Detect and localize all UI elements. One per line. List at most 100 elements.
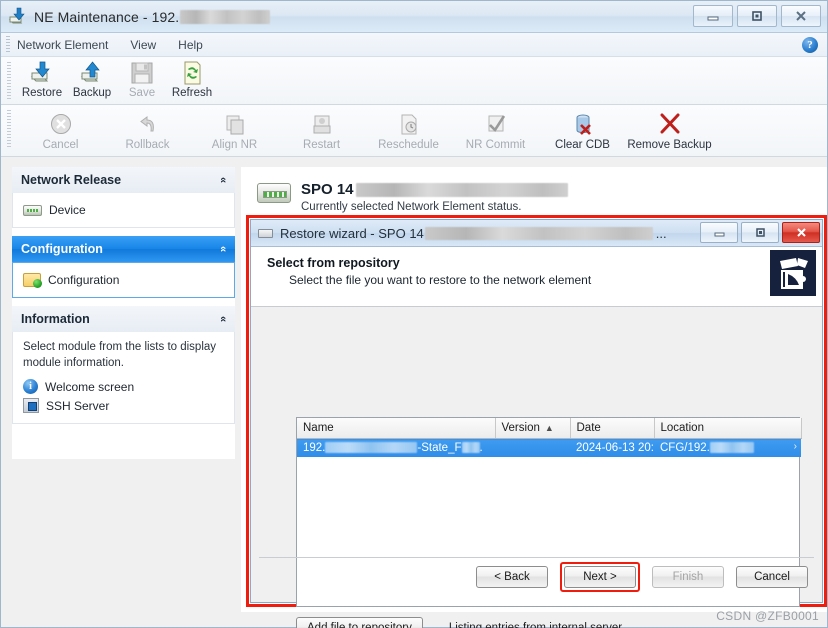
dialog-maximize-button[interactable] (741, 222, 779, 243)
toolbar-cancel-label: Cancel (42, 139, 79, 151)
dialog-title-text: Restore wizard - SPO 14 (280, 225, 424, 241)
toolbar-align-nr-label: Align NR (211, 139, 258, 151)
sidebar-item-welcome-screen[interactable]: i Welcome screen (23, 377, 224, 396)
dialog-close-button[interactable] (782, 222, 820, 243)
menubar-grip[interactable] (6, 36, 10, 54)
table-row[interactable]: 192. -State_F. 2024-06-13 20:00:37 CFG/19… (297, 438, 801, 457)
sidebar-header-information[interactable]: Information « (12, 306, 235, 332)
toolbar-clear-cdb-button[interactable]: Clear CDB (539, 109, 626, 151)
cell-name-redaction-2 (461, 442, 480, 454)
toolbar-rollback-button[interactable]: Rollback (104, 109, 191, 151)
sort-ascending-icon: ▲ (544, 423, 554, 433)
toolbar-remove-backup-button[interactable]: Remove Backup (626, 109, 713, 151)
sidebar-body-configuration: Configuration (12, 262, 235, 298)
network-element-header: SPO 14 Currently selected Network Elemen… (241, 167, 827, 213)
repository-status-text: Listing entries from internal server. (448, 622, 625, 628)
reschedule-icon (396, 112, 422, 138)
sidebar-section-network-release: Network Release « Device (12, 167, 235, 228)
toolbar-reschedule-label: Reschedule (378, 139, 439, 151)
toolbar-restart-button[interactable]: Restart (278, 109, 365, 151)
network-element-title-text: SPO 14 (301, 181, 354, 198)
next-button[interactable]: Next > (564, 566, 636, 588)
back-button[interactable]: < Back (476, 566, 548, 588)
help-icon[interactable]: ? (802, 37, 818, 53)
column-header-name[interactable]: Name (297, 418, 496, 439)
menu-network-element[interactable]: Network Element (17, 38, 108, 52)
column-header-location[interactable]: Location (654, 418, 802, 439)
toolbar-align-nr-button[interactable]: Align NR (191, 109, 278, 151)
cell-version (495, 438, 570, 457)
dialog-window-icon (258, 228, 273, 238)
refresh-icon (179, 60, 205, 86)
sidebar-item-device[interactable]: Device (23, 201, 224, 219)
clear-cdb-icon (570, 112, 596, 138)
sidebar-section-configuration: Configuration « Configuration (12, 236, 235, 298)
toolbar-clear-cdb-label: Clear CDB (555, 139, 610, 151)
restore-wizard-dialog: Restore wizard - SPO 14... Select from r… (250, 219, 823, 628)
dialog-heading: Select from repository (267, 256, 400, 270)
window-title: NE Maintenance - 192. (34, 9, 271, 25)
cell-name-mid: -State_F (417, 442, 462, 454)
toolbar-cancel-button[interactable]: Cancel (17, 109, 104, 151)
restore-app-icon (8, 7, 28, 27)
add-file-to-repository-button[interactable]: Add file to repository (296, 617, 423, 628)
chevron-up-icon[interactable]: « (217, 246, 229, 252)
watermark: CSDN @ZFB0001 (716, 609, 819, 623)
dialog-body: Name Version ▲ Date Location 192. -State_F… (251, 307, 822, 628)
dialog-subheading: Select the file you want to restore to t… (289, 273, 592, 287)
toolbar-restore-label: Restore (21, 87, 63, 99)
rollback-icon (135, 112, 161, 138)
column-header-date[interactable]: Date (570, 418, 655, 439)
network-element-title-redaction (355, 182, 568, 197)
repository-table: Name Version ▲ Date Location 192. -State_F… (297, 418, 802, 457)
table-header-row: Name Version ▲ Date Location (297, 418, 802, 439)
sidebar-information-note: Select module from the lists to display … (23, 341, 217, 369)
maximize-button[interactable] (737, 5, 777, 27)
column-header-location-label: Location (660, 422, 704, 434)
dialog-titlebar: Restore wizard - SPO 14... (251, 220, 822, 247)
dialog-header: Select from repository Select the file y… (251, 247, 822, 307)
sidebar-header-network-release[interactable]: Network Release « (12, 167, 235, 193)
sidebar-header-configuration-label: Configuration (21, 242, 103, 256)
toolbar-backup-label: Backup (72, 87, 112, 99)
primary-toolbar-grip[interactable] (7, 62, 11, 100)
minimize-button[interactable] (693, 5, 733, 27)
chevron-right-icon: › (793, 441, 797, 452)
cell-location: CFG/192. › (654, 438, 801, 457)
cell-name-suffix: . (479, 442, 483, 454)
ne-maintenance-window: NE Maintenance - 192. Network Element Vi… (0, 0, 828, 628)
chevron-up-icon[interactable]: « (217, 316, 229, 322)
secondary-toolbar-grip[interactable] (7, 110, 11, 148)
close-button[interactable] (781, 5, 821, 27)
toolbar-backup-button[interactable]: Backup (67, 57, 117, 99)
cell-date: 2024-06-13 20:00:37 (570, 438, 654, 457)
backup-icon (79, 60, 105, 86)
cancel-button[interactable]: Cancel (736, 566, 808, 588)
sidebar-item-ssh-server[interactable]: SSH Server (23, 396, 224, 415)
toolbar-save-label: Save (128, 87, 156, 99)
toolbar-reschedule-button[interactable]: Reschedule (365, 109, 452, 151)
menu-help[interactable]: Help (178, 38, 203, 52)
toolbar-refresh-button[interactable]: Refresh (167, 57, 217, 99)
info-icon: i (23, 379, 38, 395)
restore-wizard-graphic (770, 250, 816, 296)
menubar: Network Element View Help ? (1, 33, 827, 57)
toolbar-nr-commit-button[interactable]: NR Commit (452, 109, 539, 151)
dialog-footer: < Back Next > Finish Cancel (476, 562, 808, 592)
cell-location-prefix: CFG/192. (660, 442, 710, 454)
sidebar-item-device-label: Device (49, 203, 86, 217)
toolbar-save-button[interactable]: Save (117, 57, 167, 99)
toolbar-restore-button[interactable]: Restore (17, 57, 67, 99)
chevron-up-icon[interactable]: « (217, 177, 229, 183)
sidebar-header-configuration[interactable]: Configuration « (12, 236, 235, 262)
column-header-name-label: Name (303, 422, 334, 434)
window-controls (693, 5, 821, 27)
column-header-version[interactable]: Version ▲ (495, 418, 571, 439)
network-element-title: SPO 14 (301, 181, 568, 198)
restore-icon (29, 60, 55, 86)
menu-view[interactable]: View (130, 38, 156, 52)
next-button-highlight: Next > (560, 562, 640, 592)
sidebar-item-configuration[interactable]: Configuration (23, 271, 224, 289)
cancel-icon (48, 112, 74, 138)
dialog-minimize-button[interactable] (700, 222, 738, 243)
